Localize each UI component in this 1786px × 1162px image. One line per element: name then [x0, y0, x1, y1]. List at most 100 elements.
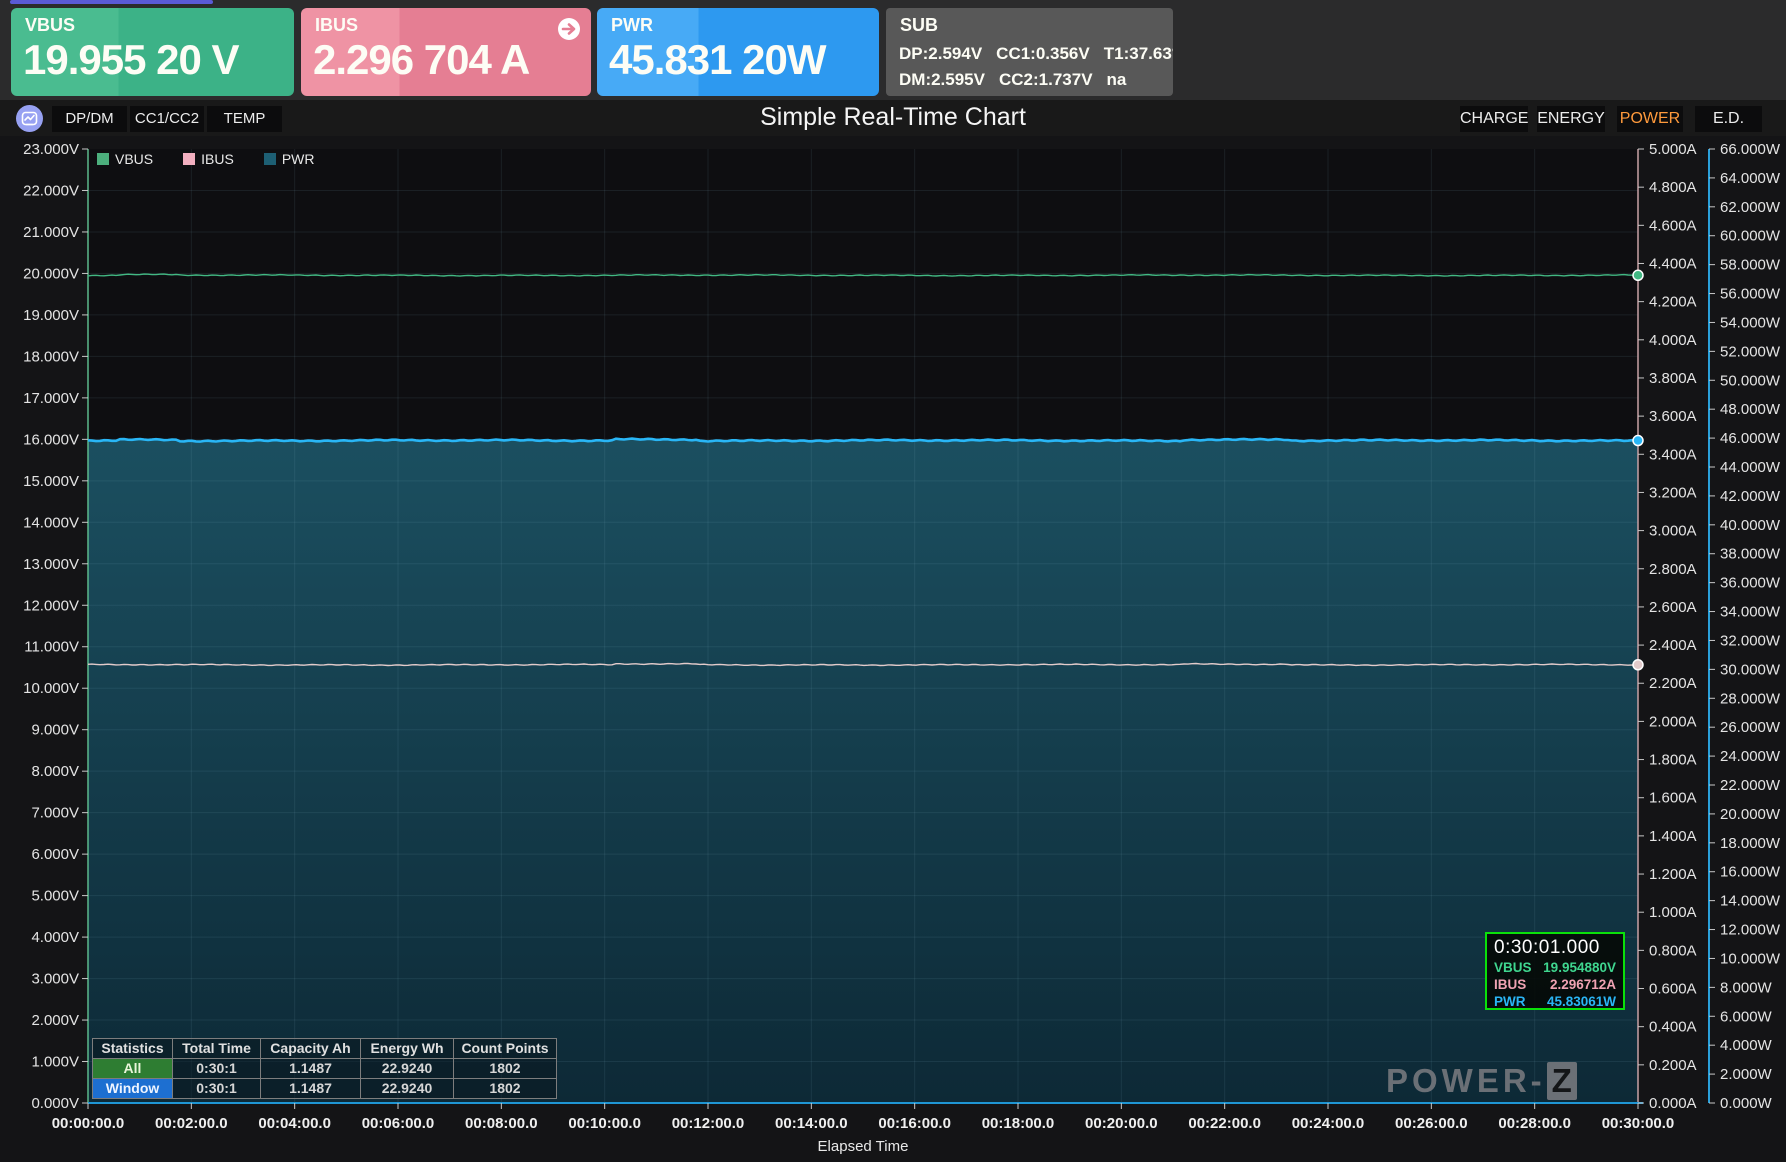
time-tick-label: 00:22:00.0	[1188, 1115, 1261, 1132]
vbus-label: VBUS	[25, 15, 76, 35]
stats-cell: 1.1487	[260, 1058, 361, 1079]
axis-tick-label: 4.800A	[1649, 179, 1697, 196]
axis-tick-label: 0.200A	[1649, 1057, 1697, 1074]
stats-cell: 1802	[453, 1058, 557, 1079]
axis-tick-label: 17.000V	[23, 390, 79, 407]
axis-tick-label: 0.400A	[1649, 1019, 1697, 1036]
axis-tick-label: 3.400A	[1649, 446, 1697, 463]
axis-tick-label: 12.000W	[1720, 922, 1781, 939]
cursor-time: 0:30:01.000	[1494, 937, 1600, 958]
window-accent-bar	[10, 0, 213, 4]
stats-header-row: Statistics Total Time Capacity Ah Energy…	[92, 1038, 557, 1059]
tab-cc1cc2[interactable]: CC1/CC2	[130, 106, 204, 132]
legend-item-pwr[interactable]: PWR	[263, 151, 315, 167]
axis-tick-label: 2.000A	[1649, 713, 1697, 730]
stats-window-toggle[interactable]: Window	[92, 1078, 173, 1099]
stats-row-window: Window 0:30:1 1.1487 22.9240 1802	[92, 1078, 557, 1099]
time-tick-label: 00:02:00.0	[155, 1115, 228, 1132]
axis-tick-label: 10.000W	[1720, 950, 1781, 967]
legend-label: PWR	[281, 151, 315, 167]
pwr-panel[interactable]: PWR 45.831 20W	[597, 8, 879, 96]
axis-tick-label: 1.600A	[1649, 790, 1697, 807]
axis-tick-label: 18.000W	[1720, 835, 1781, 852]
axis-tick-label: 11.000V	[24, 639, 79, 656]
cursor-vbus-label: VBUS	[1494, 960, 1532, 975]
vbus-panel[interactable]: VBUS 19.955 20 V	[11, 8, 294, 96]
axis-tick-label: 9.000V	[31, 722, 79, 739]
axis-tick-label: 14.000V	[23, 514, 79, 531]
axis-tick-label: 0.000V	[31, 1095, 79, 1112]
axis-tick-label: 46.000W	[1720, 430, 1781, 447]
axis-tick-label: 2.200A	[1649, 675, 1697, 692]
tab-dpdm[interactable]: DP/DM	[52, 106, 127, 132]
time-tick-label: 00:06:00.0	[362, 1115, 435, 1132]
axis-tick-label: 14.000W	[1720, 893, 1781, 910]
circle-arrow-right-icon[interactable]	[557, 17, 581, 41]
tab-charge[interactable]: CHARGE	[1460, 106, 1528, 132]
axis-tick-label: 4.000W	[1720, 1037, 1773, 1054]
power-z-watermark: POWER- Z	[1386, 1062, 1577, 1100]
time-tick-label: 00:12:00.0	[672, 1115, 745, 1132]
axis-tick-label: 5.000A	[1649, 141, 1697, 158]
stats-cell: 0:30:1	[172, 1058, 261, 1079]
vbus-value: 19.955 20 V	[23, 36, 240, 83]
axis-tick-label: 48.000W	[1720, 401, 1781, 418]
series-marker-ibus	[1632, 659, 1644, 671]
axis-tick-label: 0.800A	[1649, 942, 1697, 959]
axis-tick-label: 8.000V	[31, 763, 79, 780]
stats-all-toggle[interactable]: All	[92, 1058, 173, 1079]
cursor-ibus-label: IBUS	[1494, 977, 1527, 992]
time-tick-label: 00:14:00.0	[775, 1115, 848, 1132]
stats-header: Capacity Ah	[260, 1038, 361, 1059]
time-tick-label: 00:28:00.0	[1498, 1115, 1571, 1132]
axis-tick-label: 28.000W	[1720, 690, 1781, 707]
axis-tick-label: 50.000W	[1720, 372, 1781, 389]
time-tick-label: 00:24:00.0	[1292, 1115, 1365, 1132]
axis-tick-label: 3.200A	[1649, 484, 1697, 501]
axis-tick-label: 56.000W	[1720, 286, 1781, 303]
axis-tick-label: 22.000V	[23, 182, 79, 199]
axis-tick-label: 62.000W	[1720, 199, 1781, 216]
axis-tick-label: 3.000V	[31, 971, 79, 988]
time-tick-label: 00:16:00.0	[878, 1115, 951, 1132]
axis-tick-label: 12.000V	[23, 597, 79, 614]
sub-panel[interactable]: SUB DP:2.594V CC1:0.356V T1:37.63°C DM:2…	[886, 8, 1173, 96]
tab-power[interactable]: POWER	[1617, 106, 1683, 132]
stats-cell: 0:30:1	[172, 1078, 261, 1099]
sub-cc2: CC2:1.737V	[998, 70, 1093, 89]
legend-item-vbus[interactable]: VBUS	[97, 151, 153, 167]
axis-tick-label: 36.000W	[1720, 575, 1781, 592]
axis-tick-label: 22.000W	[1720, 777, 1781, 794]
legend-label: IBUS	[201, 151, 234, 167]
tab-ed[interactable]: E.D.	[1695, 106, 1762, 132]
axis-tick-label: 1.000A	[1649, 904, 1697, 921]
time-tick-label: 00:00:00.0	[52, 1115, 125, 1132]
axis-tick-label: 10.000V	[23, 680, 79, 697]
sub-dm: DM:2.595V	[899, 70, 985, 89]
tab-energy[interactable]: ENERGY	[1537, 106, 1605, 132]
legend-swatch	[183, 153, 196, 165]
axis-tick-label: 4.400A	[1649, 255, 1697, 272]
legend-item-ibus[interactable]: IBUS	[183, 151, 234, 167]
ibus-panel[interactable]: IBUS 2.296 704 A	[301, 8, 591, 96]
stats-cell: 1802	[453, 1078, 557, 1099]
axis-tick-label: 44.000W	[1720, 459, 1781, 476]
ibus-label: IBUS	[315, 15, 359, 35]
series-marker-vbus	[1632, 269, 1644, 282]
axis-tick-label: 0.000W	[1720, 1095, 1773, 1112]
axis-tick-label: 19.000V	[23, 307, 79, 324]
axis-tick-label: 2.000V	[31, 1012, 79, 1029]
tab-temp[interactable]: TEMP	[207, 106, 282, 132]
axis-tick-label: 54.000W	[1720, 314, 1781, 331]
cursor-pwr-value: 45.83061W	[1546, 994, 1616, 1009]
stats-cell: 22.9240	[360, 1078, 454, 1099]
time-tick-label: 00:20:00.0	[1085, 1115, 1158, 1132]
axis-tick-label: 0.600A	[1649, 981, 1697, 998]
top-readout-strip: VBUS 19.955 20 V IBUS 2.296 704 A PWR 45…	[0, 0, 1786, 100]
sub-t1: T1:37.63°C	[1103, 44, 1173, 63]
time-tick-label: 00:30:00.0	[1602, 1115, 1675, 1132]
axis-tick-label: 3.000A	[1649, 523, 1697, 540]
cursor-readout-box: 0:30:01.000 VBUS 19.954880V IBUS 2.29671…	[1485, 932, 1625, 1010]
sub-dp: DP:2.594V	[899, 44, 983, 63]
chart-mode-button[interactable]	[16, 105, 43, 132]
